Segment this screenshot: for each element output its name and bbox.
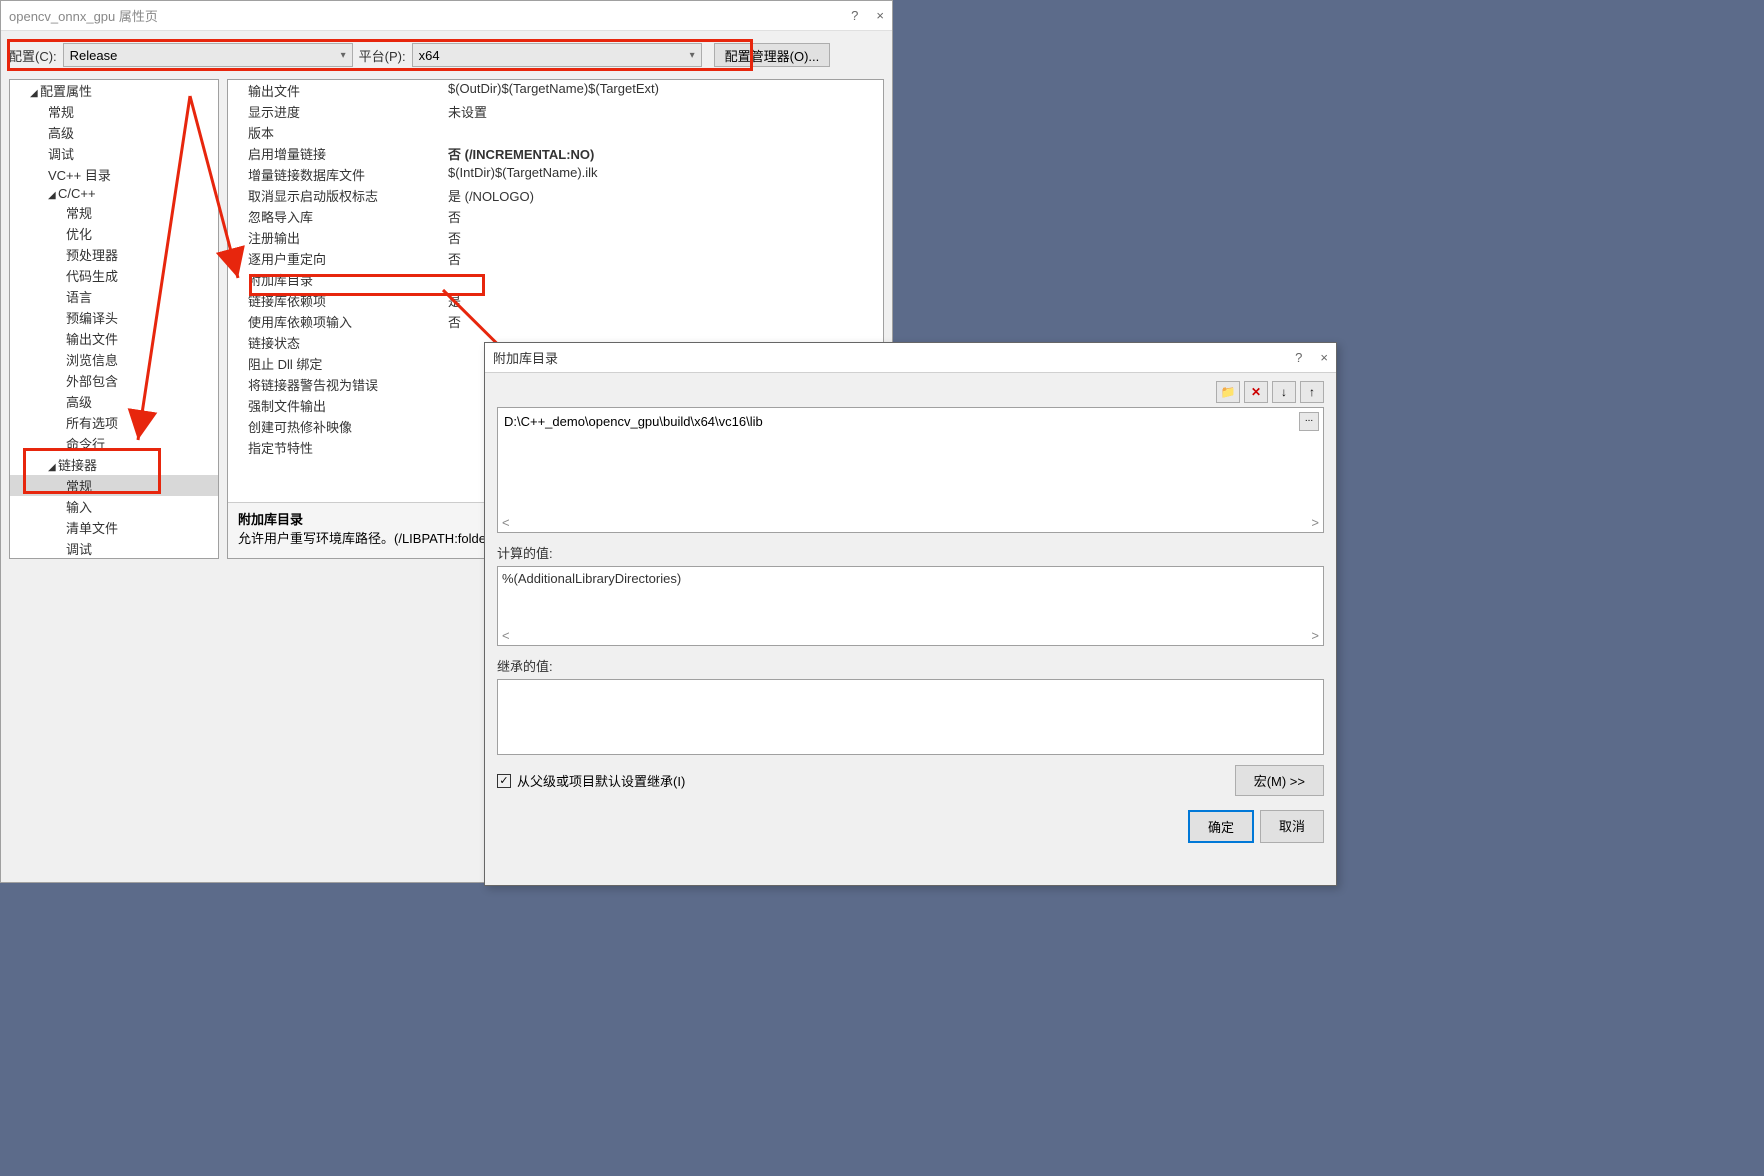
tree-item[interactable]: 常规	[10, 202, 218, 223]
inherited-label: 继承的值:	[497, 656, 1324, 675]
delete-icon[interactable]: ✕	[1244, 381, 1268, 403]
tree-linker-node[interactable]: ◢链接器	[10, 454, 218, 475]
tree-root[interactable]: ◢配置属性	[10, 80, 218, 101]
checkbox-icon[interactable]: ✓	[497, 774, 511, 788]
path-list[interactable]: D:\C++_demo\opencv_gpu\build\x64\vc16\li…	[497, 407, 1324, 533]
tree-item[interactable]: 命令行	[10, 433, 218, 454]
help-button[interactable]: ?	[1295, 350, 1302, 365]
macro-button[interactable]: 宏(M) >>	[1235, 765, 1324, 796]
config-label: 配置(C):	[9, 46, 57, 65]
bottom-row: ✓ 从父级或项目默认设置继承(I) 宏(M) >>	[497, 765, 1324, 796]
prop-row[interactable]: 忽略导入库否	[228, 206, 883, 227]
prop-row[interactable]: 增量链接数据库文件$(IntDir)$(TargetName).ilk	[228, 164, 883, 185]
toolbar: 📁 ✕ ↓ ↑	[497, 381, 1324, 403]
tree-item[interactable]: 浏览信息	[10, 349, 218, 370]
chevron-down-icon: ▾	[341, 50, 346, 61]
browse-button[interactable]: ...	[1299, 412, 1319, 431]
scrollbar-horizontal[interactable]: <>	[502, 515, 1319, 530]
tree-item[interactable]: 预处理器	[10, 244, 218, 265]
tree-item[interactable]: 常规	[10, 101, 218, 122]
sub-titlebar: 附加库目录 ? ×	[485, 343, 1336, 373]
config-row: 配置(C): Release ▾ 平台(P): x64 ▾ 配置管理器(O)..…	[1, 31, 892, 79]
tree-item[interactable]: 输入	[10, 496, 218, 517]
tree-item[interactable]: 代码生成	[10, 265, 218, 286]
sub-body: 📁 ✕ ↓ ↑ D:\C++_demo\opencv_gpu\build\x64…	[485, 373, 1336, 851]
tree-item[interactable]: 高级	[10, 122, 218, 143]
tree-item[interactable]: VC++ 目录	[10, 164, 218, 185]
close-button[interactable]: ×	[1320, 350, 1328, 365]
platform-value: x64	[419, 48, 440, 63]
tree-item[interactable]: 高级	[10, 391, 218, 412]
calculated-label: 计算的值:	[497, 543, 1324, 562]
prop-row[interactable]: 使用库依赖项输入否	[228, 311, 883, 332]
inherit-checkbox-row[interactable]: ✓ 从父级或项目默认设置继承(I)	[497, 771, 1229, 790]
down-arrow-icon[interactable]: ↓	[1272, 381, 1296, 403]
prop-row[interactable]: 链接库依赖项是	[228, 290, 883, 311]
additional-library-dirs-dialog: 附加库目录 ? × 📁 ✕ ↓ ↑ D:\C++_demo\opencv_gpu…	[484, 342, 1337, 886]
config-value: Release	[70, 48, 118, 63]
scrollbar-horizontal[interactable]: <>	[502, 628, 1319, 643]
chevron-down-icon: ▾	[690, 50, 695, 61]
tree-item[interactable]: 输出文件	[10, 328, 218, 349]
tree-item[interactable]: 清单文件	[10, 517, 218, 538]
tree-item[interactable]: 预编译头	[10, 307, 218, 328]
checkbox-label: 从父级或项目默认设置继承(I)	[517, 771, 685, 790]
path-entry[interactable]: D:\C++_demo\opencv_gpu\build\x64\vc16\li…	[502, 412, 1299, 431]
prop-row-highlighted[interactable]: 附加库目录	[228, 269, 883, 290]
close-button[interactable]: ×	[876, 8, 884, 23]
prop-row[interactable]: 显示进度未设置	[228, 101, 883, 122]
tree-item-selected[interactable]: 常规	[10, 475, 218, 496]
titlebar: opencv_onnx_gpu 属性页 ? ×	[1, 1, 892, 31]
tree-panel[interactable]: ◢配置属性 常规 高级 调试 VC++ 目录 ◢C/C++ 常规 优化 预处理器…	[9, 79, 219, 559]
calculated-values: %(AdditionalLibraryDirectories) <>	[497, 566, 1324, 646]
prop-row[interactable]: 注册输出否	[228, 227, 883, 248]
tree-cpp-node[interactable]: ◢C/C++	[10, 185, 218, 202]
ok-button[interactable]: 确定	[1188, 810, 1254, 843]
prop-row[interactable]: 逐用户重定向否	[228, 248, 883, 269]
help-button[interactable]: ?	[851, 8, 858, 23]
tree-item[interactable]: 所有选项	[10, 412, 218, 433]
platform-select[interactable]: x64 ▾	[412, 43, 702, 67]
sub-title: 附加库目录	[493, 348, 1295, 367]
prop-row[interactable]: 启用增量链接否 (/INCREMENTAL:NO)	[228, 143, 883, 164]
config-manager-button[interactable]: 配置管理器(O)...	[714, 43, 831, 67]
tree-item[interactable]: 优化	[10, 223, 218, 244]
tree-item[interactable]: 外部包含	[10, 370, 218, 391]
window-title: opencv_onnx_gpu 属性页	[9, 6, 851, 25]
inherited-values	[497, 679, 1324, 755]
prop-row[interactable]: 取消显示启动版权标志是 (/NOLOGO)	[228, 185, 883, 206]
tree-item[interactable]: 调试	[10, 538, 218, 559]
prop-row[interactable]: 版本	[228, 122, 883, 143]
prop-row[interactable]: 输出文件$(OutDir)$(TargetName)$(TargetExt)	[228, 80, 883, 101]
tree-item[interactable]: 语言	[10, 286, 218, 307]
platform-label: 平台(P):	[359, 46, 406, 65]
up-arrow-icon[interactable]: ↑	[1300, 381, 1324, 403]
config-select[interactable]: Release ▾	[63, 43, 353, 67]
folder-icon[interactable]: 📁	[1216, 381, 1240, 403]
cancel-button[interactable]: 取消	[1260, 810, 1324, 843]
tree-item[interactable]: 调试	[10, 143, 218, 164]
